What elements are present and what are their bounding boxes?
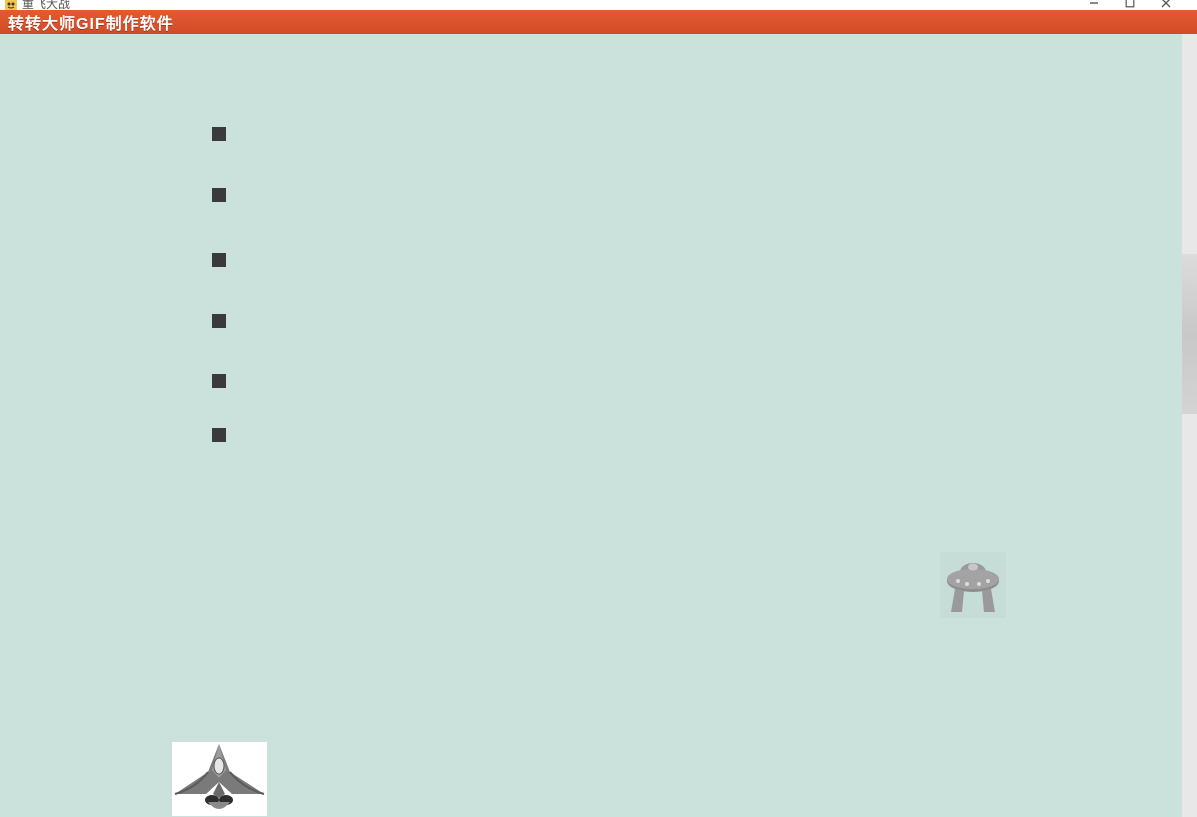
bullet: [212, 127, 226, 141]
minimize-button[interactable]: [1087, 0, 1101, 10]
app-header: 转转大师GIF制作软件: [0, 10, 1197, 34]
game-canvas[interactable]: [0, 34, 1182, 817]
player-ship[interactable]: [172, 742, 267, 816]
bullet: [212, 374, 226, 388]
window-title-bar: 重飞大战: [0, 0, 1197, 10]
right-margin: [1182, 34, 1197, 817]
enemy-ufo: [940, 552, 1006, 618]
bullet: [212, 253, 226, 267]
bullet: [212, 314, 226, 328]
bullet: [212, 428, 226, 442]
app-name: 转转大师GIF制作软件: [8, 10, 174, 34]
right-margin-shade: [1182, 254, 1197, 414]
maximize-button[interactable]: [1123, 0, 1137, 10]
bullet: [212, 188, 226, 202]
window-controls: [1087, 0, 1197, 10]
close-button[interactable]: [1159, 0, 1173, 10]
